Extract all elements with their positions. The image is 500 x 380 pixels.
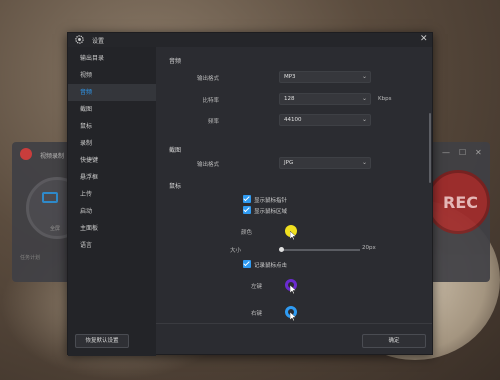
sidebar-item-startup[interactable]: 启动 (68, 203, 156, 220)
rec-label: REC (443, 193, 478, 212)
chevron-down-icon: ⌄ (361, 159, 367, 166)
sidebar-item-main-panel[interactable]: 主面板 (68, 220, 156, 237)
mouse-section-title: 鼠标 (169, 183, 182, 190)
sidebar-item-record[interactable]: 录制 (68, 135, 156, 152)
content-scrollbar[interactable] (429, 113, 431, 183)
bitrate-value: 128 (284, 96, 295, 102)
settings-dialog: 设置 ✕ 输出目录 视频 音频 截图 鼠标 录制 快捷键 悬浮框 上传 启动 主… (67, 32, 433, 356)
footer-divider (156, 323, 432, 324)
area-color-label: 颜色 (240, 230, 252, 236)
settings-sidebar: 输出目录 视频 音频 截图 鼠标 录制 快捷键 悬浮框 上传 启动 主面板 语言 (68, 47, 156, 356)
arrow-cursor-icon (290, 231, 296, 240)
fullscreen-label: 全屏 (50, 226, 61, 232)
sidebar-item-upload[interactable]: 上传 (68, 186, 156, 203)
right-click-label: 右键 (250, 311, 262, 317)
left-click-label: 左键 (250, 284, 262, 290)
maximize-icon[interactable]: ☐ (459, 148, 466, 157)
sidebar-item-audio[interactable]: 音频 (68, 84, 156, 101)
samplerate-select[interactable]: 44100 ⌄ (279, 114, 371, 126)
close-icon[interactable]: ✕ (420, 34, 428, 44)
sidebar-item-hotkeys[interactable]: 快捷键 (68, 152, 156, 169)
gear-icon (75, 35, 84, 44)
sidebar-item-language[interactable]: 语言 (68, 237, 156, 254)
samplerate-label: 频率 (207, 119, 219, 125)
reset-defaults-button[interactable]: 恢复默认设置 (75, 334, 129, 348)
bitrate-unit: Kbps (378, 96, 392, 102)
size-label: 大小 (229, 248, 241, 254)
audio-format-label: 输出格式 (196, 76, 219, 82)
screenshot-format-label: 输出格式 (196, 162, 219, 168)
audio-format-value: MP3 (284, 74, 296, 80)
size-slider-thumb[interactable] (279, 247, 284, 252)
app-logo-icon (20, 148, 32, 160)
arrow-cursor-icon (290, 312, 296, 321)
chevron-down-icon: ⌄ (361, 95, 367, 102)
record-clicks-label: 记录鼠标点击 (254, 263, 288, 269)
audio-section-title: 音频 (169, 58, 182, 65)
audio-format-select[interactable]: MP3 ⌄ (279, 71, 371, 83)
rec-button[interactable]: REC (426, 170, 490, 234)
show-area-label: 显示鼠标区域 (254, 209, 288, 215)
task-schedule-link[interactable]: 任务计划 (20, 254, 40, 261)
size-value: 20px (362, 245, 376, 251)
ok-button[interactable]: 确定 (362, 334, 426, 348)
sidebar-item-video[interactable]: 视频 (68, 67, 156, 84)
screenshot-format-select[interactable]: JPG ⌄ (279, 157, 371, 169)
monitor-icon (42, 192, 58, 203)
screenshot-format-value: JPG (284, 160, 294, 166)
show-pointer-label: 显示鼠标指针 (254, 198, 288, 204)
dialog-titlebar: 设置 ✕ (68, 33, 432, 47)
settings-content: 音频 输出格式 MP3 ⌄ 比特率 128 ⌄ Kbps 频率 44100 ⌄ … (156, 47, 432, 323)
show-area-checkbox[interactable] (243, 206, 251, 214)
close-icon[interactable]: ✕ (475, 148, 482, 157)
dialog-title: 设置 (92, 38, 105, 45)
chevron-down-icon: ⌄ (361, 116, 367, 123)
screenshot-section-title: 截图 (169, 147, 182, 154)
background-app-title: 视频录制 (40, 153, 65, 160)
chevron-down-icon: ⌄ (361, 73, 367, 80)
sidebar-item-output-dir[interactable]: 输出目录 (68, 50, 156, 67)
sidebar-item-mouse[interactable]: 鼠标 (68, 118, 156, 135)
sidebar-item-screenshot[interactable]: 截图 (68, 101, 156, 118)
sidebar-item-floating[interactable]: 悬浮框 (68, 169, 156, 186)
bitrate-select[interactable]: 128 ⌄ (279, 93, 371, 105)
record-clicks-checkbox[interactable] (243, 260, 251, 268)
minimize-icon[interactable]: — (442, 148, 450, 157)
arrow-cursor-icon (290, 285, 296, 294)
bitrate-label: 比特率 (202, 98, 219, 104)
samplerate-value: 44100 (284, 117, 302, 123)
size-slider-track[interactable] (280, 249, 360, 251)
show-pointer-checkbox[interactable] (243, 195, 251, 203)
